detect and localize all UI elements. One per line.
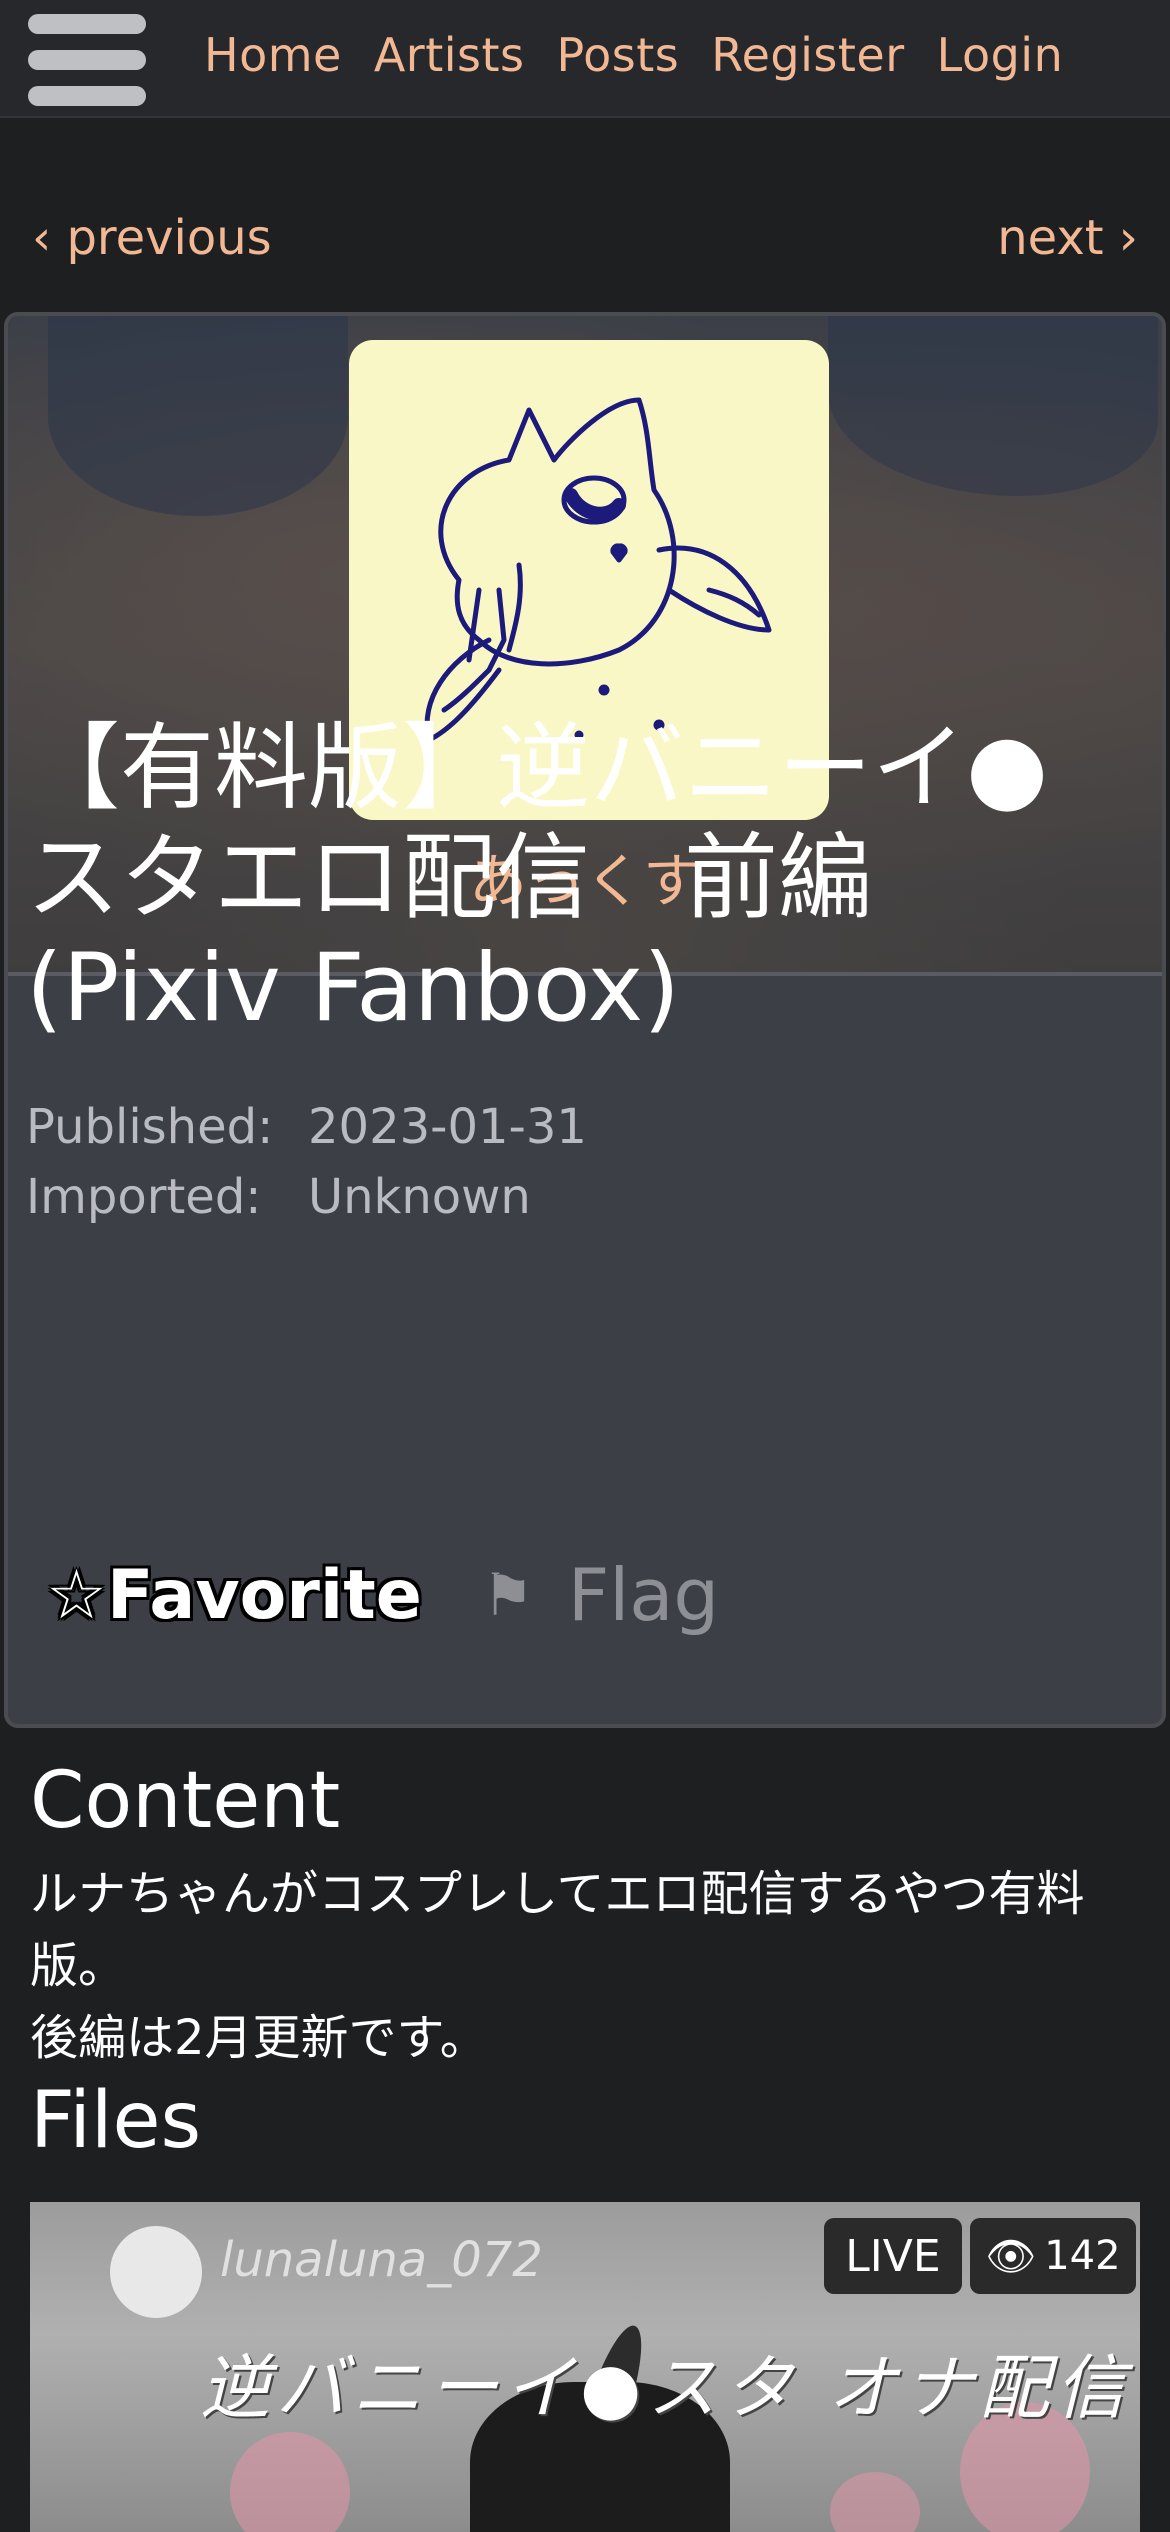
file-image-thumbnail[interactable]: lunaluna_072 LIVE 👁 142 逆バニーイ●スタ オナ配信 xyxy=(30,2202,1140,2532)
favorite-button[interactable]: ☆Favorite xyxy=(46,1556,422,1635)
next-post-link[interactable]: next › xyxy=(997,210,1138,266)
thumb-art-shape xyxy=(830,2472,920,2532)
content-paragraph: ルナちゃんがコスプレしてエロ配信するやつ有料版。 xyxy=(30,1866,1085,1994)
eye-icon: 👁 xyxy=(985,2233,1037,2280)
imported-date: Unknown xyxy=(308,1169,531,1225)
content-paragraph: 後編は2月更新です。 xyxy=(30,2010,488,2066)
flag-button[interactable]: ⚑ Flag xyxy=(482,1553,719,1637)
menu-bar-bottom xyxy=(28,86,146,106)
hamburger-menu-icon[interactable] xyxy=(28,14,146,106)
nav-home-link[interactable]: Home xyxy=(204,28,342,82)
post-actions: ☆Favorite ⚑ Flag xyxy=(46,1540,719,1650)
nav-artists-link[interactable]: Artists xyxy=(374,28,525,82)
menu-bar-middle xyxy=(28,50,146,70)
content-heading: Content xyxy=(30,1756,341,1846)
post-content-body: ルナちゃんがコスプレしてエロ配信するやつ有料版。 後編は2月更新です。 xyxy=(30,1858,1130,2074)
imported-row: Imported: Unknown xyxy=(26,1162,587,1232)
nav-register-link[interactable]: Register xyxy=(711,28,904,82)
nav-posts-link[interactable]: Posts xyxy=(557,28,680,82)
post-meta: Published: 2023-01-31 Imported: Unknown xyxy=(26,1092,587,1232)
files-heading: Files xyxy=(30,2076,202,2166)
flag-icon: ⚑ xyxy=(481,1561,534,1629)
flag-label: Flag xyxy=(567,1553,720,1637)
thumb-profile-circle xyxy=(110,2226,202,2318)
published-row: Published: 2023-01-31 xyxy=(26,1092,587,1162)
post-title: 【有料版】逆バニーイ●スタエロ配信 前編 (Pixiv Fanbox) xyxy=(26,714,1049,1043)
menu-bar-top xyxy=(28,14,146,34)
nav-links: Home Artists Posts Register Login xyxy=(204,0,1063,110)
imported-label: Imported: xyxy=(26,1169,262,1225)
thumb-views-badge: 👁 142 xyxy=(970,2218,1136,2294)
top-navbar: Home Artists Posts Register Login xyxy=(0,0,1170,118)
thumb-username: lunaluna_072 xyxy=(220,2232,543,2288)
published-label: Published: xyxy=(26,1099,274,1155)
thumb-live-badge: LIVE xyxy=(824,2218,962,2294)
thumb-art-shape xyxy=(230,2432,350,2532)
nav-login-link[interactable]: Login xyxy=(937,28,1064,82)
previous-post-link[interactable]: ‹ previous xyxy=(32,210,272,266)
thumb-caption: 逆バニーイ●スタ オナ配信 xyxy=(200,2347,1132,2429)
post-pager: ‹ previous next › xyxy=(0,200,1170,280)
published-date: 2023-01-31 xyxy=(308,1099,587,1155)
thumb-views-count: 142 xyxy=(1044,2233,1121,2279)
